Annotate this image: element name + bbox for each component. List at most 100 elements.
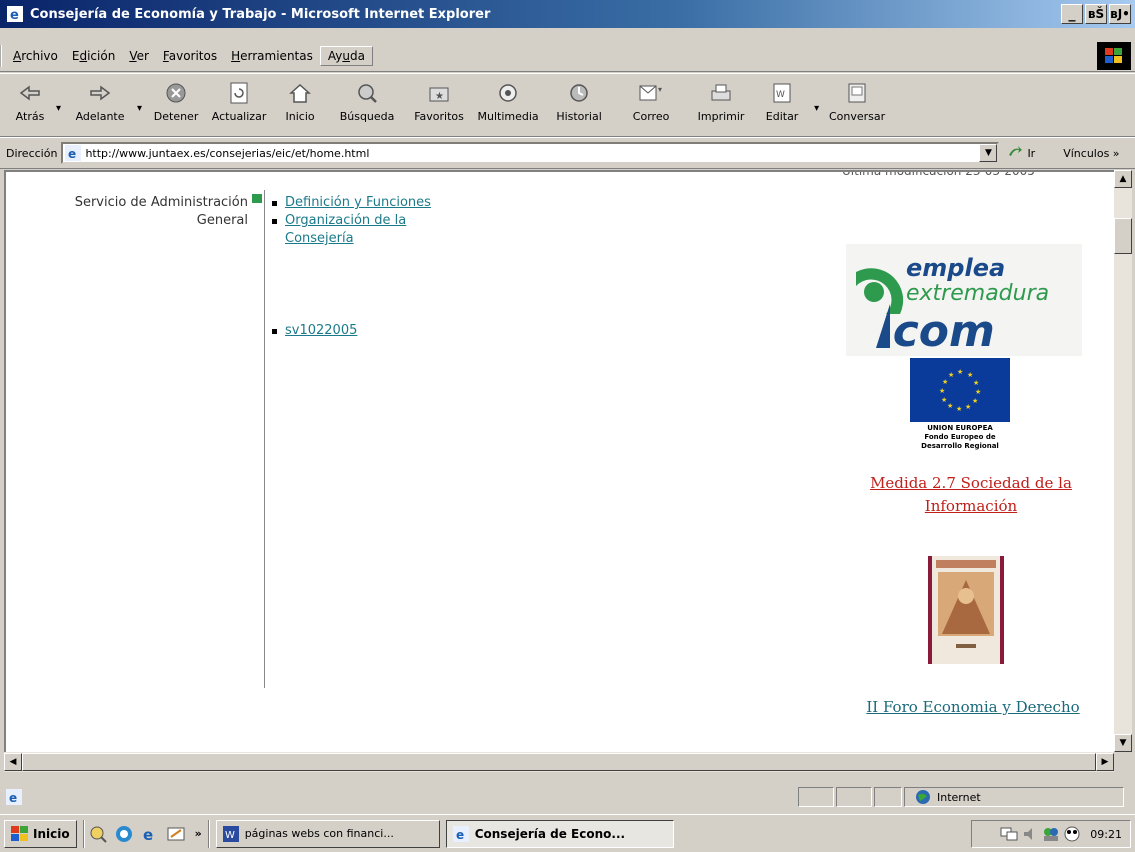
search-icon	[356, 80, 378, 106]
scroll-up-icon[interactable]: ▲	[1114, 170, 1132, 188]
forward-arrow-icon	[89, 80, 111, 106]
back-button[interactable]: Atrás	[8, 74, 52, 134]
address-dropdown-icon[interactable]: ▼	[979, 144, 998, 162]
standard-toolbar: Atrás ▾ Adelante ▾ Detener Actualizar In…	[0, 73, 1135, 137]
bullet-icon	[272, 201, 277, 206]
search-quicklaunch-icon[interactable]	[89, 825, 107, 843]
address-url: http://www.juntaex.es/consejerias/eic/et…	[85, 146, 370, 160]
svg-text:e: e	[143, 826, 153, 843]
green-square-icon	[252, 194, 262, 203]
empleaextremadura-banner[interactable]: emplea extremadura .com	[846, 244, 1082, 357]
network-tray-icon[interactable]	[1000, 826, 1018, 842]
quicklaunch-chevron[interactable]: »	[195, 827, 202, 840]
menu-ayuda[interactable]: Ayuda	[319, 46, 373, 66]
status-bar: e Internet	[0, 784, 1135, 810]
links-button[interactable]: Vínculos »	[1063, 147, 1119, 160]
horizontal-scroll-thumb[interactable]	[22, 753, 1096, 771]
refresh-icon	[229, 80, 249, 106]
empleaextremadura-logo: emplea extremadura .com	[856, 254, 1049, 357]
svg-text:★: ★	[967, 371, 973, 379]
list-item: Organización de la Consejería	[272, 212, 482, 248]
divider-line	[264, 190, 265, 688]
link-organizacion-consejeria[interactable]: Organización de la Consejería	[285, 212, 406, 248]
mail-button[interactable]: ▾ Correo	[614, 74, 688, 134]
svg-text:e: e	[456, 828, 464, 842]
home-button[interactable]: Inicio	[274, 74, 326, 134]
svg-text:e: e	[68, 147, 76, 161]
back-dropdown-icon[interactable]: ▾	[56, 97, 61, 114]
print-button[interactable]: Imprimir	[690, 74, 752, 134]
menu-archivo[interactable]: Archivo	[6, 47, 65, 65]
browser-window: e Consejería de Economía y Trabajo - Mic…	[0, 0, 1135, 852]
horizontal-scrollbar[interactable]: ◀ ▶	[4, 752, 1114, 772]
scroll-left-icon[interactable]: ◀	[4, 753, 22, 771]
eu-subtitle-1: Fondo Europeo de	[924, 433, 996, 441]
svg-text:★: ★	[956, 405, 962, 413]
favorites-button[interactable]: ★ Favoritos	[408, 74, 470, 134]
messenger-tray-icon[interactable]	[1042, 826, 1060, 842]
globe-icon	[915, 789, 931, 805]
forward-button[interactable]: Adelante	[67, 74, 133, 134]
ie-task-icon: e	[452, 825, 469, 842]
menu-edicion[interactable]: Edición	[65, 47, 122, 65]
menu-favoritos[interactable]: Favoritos	[156, 47, 224, 65]
go-button[interactable]: Ir	[1007, 145, 1035, 162]
page-status-icon: e	[6, 789, 22, 805]
svg-text:★: ★	[965, 403, 971, 411]
svg-text:★: ★	[973, 379, 979, 387]
speaker-tray-icon[interactable]	[1022, 826, 1038, 842]
edit-button[interactable]: W Editar	[754, 74, 810, 134]
search-button[interactable]: Búsqueda	[328, 74, 406, 134]
antivirus-tray-icon[interactable]	[1064, 826, 1080, 842]
edit-dropdown-icon[interactable]: ▾	[814, 97, 819, 114]
minimize-button[interactable]: _	[1061, 4, 1083, 24]
link-definicion-funciones[interactable]: Definición y Funciones	[285, 194, 431, 212]
scroll-down-icon[interactable]: ▼	[1114, 734, 1132, 752]
last-modified-text: Ultima modificación 23-03-2005	[842, 170, 1035, 178]
eu-logo[interactable]: ★ ★ ★ ★ ★ ★ ★ ★ ★ ★ ★ ★ UNION EUROPEA Fondo Europe…	[910, 358, 1010, 458]
vertical-scroll-thumb[interactable]	[1114, 218, 1132, 254]
menu-herramientas[interactable]: Herramientas	[224, 47, 320, 65]
printer-icon	[710, 80, 732, 106]
page-content: Ultima modificación 23-03-2005 Servicio …	[4, 170, 1114, 752]
discuss-button[interactable]: Conversar	[825, 74, 889, 134]
taskbar-separator	[82, 819, 85, 848]
outlook-quicklaunch-icon[interactable]	[115, 825, 133, 843]
title-bar[interactable]: e Consejería de Economía y Trabajo - Mic…	[0, 0, 1135, 28]
link-sv1022005[interactable]: sv1022005	[285, 322, 357, 340]
link-medida-sociedad-informacion[interactable]: Medida 2.7 Sociedad de la Información	[836, 472, 1106, 518]
forward-dropdown-icon[interactable]: ▾	[137, 97, 142, 114]
vertical-scrollbar[interactable]: ▲ ▼	[1114, 170, 1132, 754]
close-button[interactable]: вЈ•	[1109, 4, 1131, 24]
stop-button[interactable]: Detener	[148, 74, 204, 134]
address-input[interactable]: e http://www.juntaex.es/consejerias/eic/…	[61, 142, 1000, 164]
refresh-button[interactable]: Actualizar	[206, 74, 272, 134]
ie-quicklaunch-icon[interactable]: e	[141, 825, 159, 844]
taskbar-button-paginas-webs[interactable]: W páginas webs con financi...	[215, 819, 440, 848]
edit-document-icon: W	[772, 80, 792, 106]
maximize-button[interactable]: вŠ	[1085, 4, 1107, 24]
desktop-quicklaunch-icon[interactable]	[167, 825, 185, 843]
svg-text:★: ★	[947, 402, 953, 410]
window-title: Consejería de Economía y Trabajo - Micro…	[30, 6, 491, 22]
windows-flag-icon	[11, 825, 29, 842]
book-cover-image[interactable]	[928, 556, 1004, 664]
page-icon: e	[65, 145, 82, 161]
ie-icon: e	[6, 5, 24, 23]
status-cell	[836, 787, 872, 807]
service-links: Definición y Funciones Organización de l…	[272, 194, 482, 338]
svg-text:★: ★	[957, 368, 963, 376]
favorites-folder-icon: ★	[428, 80, 450, 106]
svg-text:W: W	[225, 830, 235, 841]
media-button[interactable]: Multimedia	[472, 74, 544, 134]
taskbar-button-consejeria[interactable]: e Consejería de Econo...	[445, 819, 674, 848]
word-document-icon: W	[222, 825, 239, 842]
history-button[interactable]: Historial	[546, 74, 612, 134]
service-title: Servicio de Administración General	[74, 195, 248, 228]
start-button[interactable]: Inicio	[4, 819, 77, 848]
svg-text:★: ★	[972, 397, 978, 405]
link-foro-economia-derecho[interactable]: II Foro Economia y Derecho	[838, 698, 1108, 716]
svg-text:e: e	[10, 8, 19, 22]
scroll-right-icon[interactable]: ▶	[1096, 753, 1114, 771]
menu-ver[interactable]: Ver	[122, 47, 156, 65]
